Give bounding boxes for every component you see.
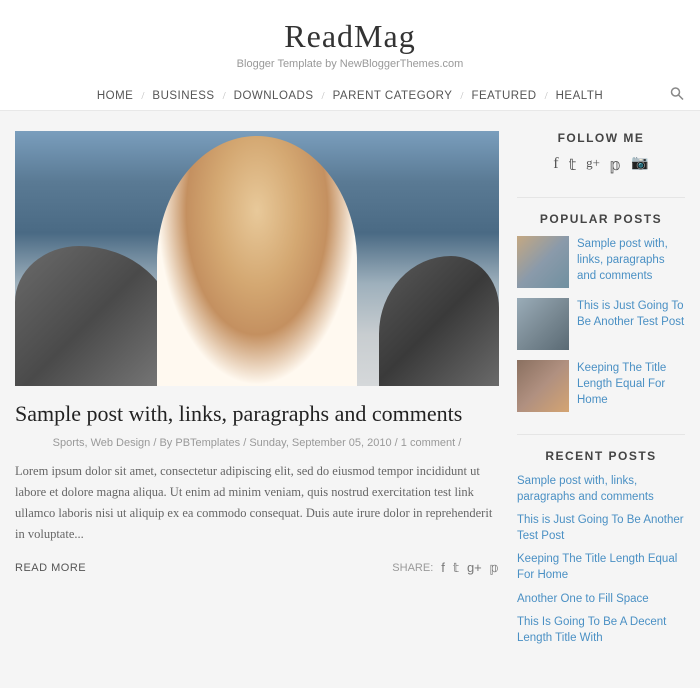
nav-parent-category[interactable]: PARENT CATEGORY (327, 82, 459, 110)
recent-post-link-2[interactable]: This is Just Going To Be Another Test Po… (517, 512, 685, 544)
popular-posts-section: POPULAR POSTS Sample post with, links, p… (517, 212, 685, 412)
popular-post-thumb-3 (517, 360, 569, 412)
popular-post-title-2[interactable]: This is Just Going To Be Another Test Po… (577, 298, 685, 330)
featured-image-placeholder (15, 131, 499, 386)
read-more-link[interactable]: READ MORE (15, 562, 86, 574)
divider-2 (517, 434, 685, 435)
post-excerpt: Lorem ipsum dolor sit amet, consectetur … (15, 461, 499, 546)
post-meta: Sports, Web Design / By PBTemplates / Su… (15, 437, 499, 449)
site-title: ReadMag (0, 18, 700, 55)
nav-sep-4: / (458, 90, 465, 102)
popular-post-title-3[interactable]: Keeping The Title Length Equal For Home (577, 360, 685, 408)
nav-sep-1: / (139, 90, 146, 102)
pinterest-icon[interactable]: 𝕡 (610, 155, 621, 175)
sidebar: FOLLOW ME f 𝕥 g+ 𝕡 📷 POPULAR POSTS Sampl… (517, 131, 685, 668)
content-wrapper: Sample post with, links, paragraphs and … (0, 111, 700, 688)
googleplus-icon[interactable]: g+ (586, 155, 600, 175)
popular-post-thumb-2 (517, 298, 569, 350)
follow-section: FOLLOW ME f 𝕥 g+ 𝕡 📷 (517, 131, 685, 175)
nav-downloads[interactable]: DOWNLOADS (228, 82, 320, 110)
popular-post-title-1[interactable]: Sample post with, links, paragraphs and … (577, 236, 685, 284)
main-content: Sample post with, links, paragraphs and … (15, 131, 499, 668)
follow-heading: FOLLOW ME (517, 131, 685, 145)
facebook-icon[interactable]: f (553, 155, 558, 175)
share-row: SHARE: f 𝕥 g+ 𝕡 (392, 560, 499, 576)
recent-post-link-1[interactable]: Sample post with, links, paragraphs and … (517, 473, 685, 505)
post-title: Sample post with, links, paragraphs and … (15, 400, 499, 429)
photo-person (157, 136, 357, 386)
instagram-icon[interactable]: 📷 (631, 155, 648, 175)
recent-posts-section: RECENT POSTS Sample post with, links, pa… (517, 449, 685, 646)
popular-post-item-1: Sample post with, links, paragraphs and … (517, 236, 685, 288)
twitter-icon[interactable]: 𝕥 (569, 155, 576, 175)
popular-post-item-2: This is Just Going To Be Another Test Po… (517, 298, 685, 350)
nav-sep-5: / (543, 90, 550, 102)
nav-sep-2: / (221, 90, 228, 102)
site-nav: HOME / BUSINESS / DOWNLOADS / PARENT CAT… (0, 82, 700, 110)
recent-post-link-4[interactable]: Another One to Fill Space (517, 591, 685, 607)
recent-posts-heading: RECENT POSTS (517, 449, 685, 463)
site-header: ReadMag Blogger Template by NewBloggerTh… (0, 0, 700, 111)
follow-icons: f 𝕥 g+ 𝕡 📷 (517, 155, 685, 175)
featured-image (15, 131, 499, 386)
post-footer: READ MORE SHARE: f 𝕥 g+ 𝕡 (15, 560, 499, 576)
nav-health[interactable]: HEALTH (550, 82, 610, 110)
recent-post-link-3[interactable]: Keeping The Title Length Equal For Home (517, 551, 685, 583)
facebook-share-icon[interactable]: f (441, 560, 445, 575)
share-label: SHARE: (392, 562, 433, 574)
pinterest-share-icon[interactable]: 𝕡 (490, 560, 499, 576)
nav-featured[interactable]: FEATURED (465, 82, 542, 110)
nav-sep-3: / (320, 90, 327, 102)
nav-links: HOME / BUSINESS / DOWNLOADS / PARENT CAT… (91, 82, 609, 110)
googleplus-share-icon[interactable]: g+ (467, 560, 482, 575)
recent-post-link-5[interactable]: This Is Going To Be A Decent Length Titl… (517, 614, 685, 646)
popular-posts-heading: POPULAR POSTS (517, 212, 685, 226)
site-subtitle: Blogger Template by NewBloggerThemes.com (0, 58, 700, 70)
nav-home[interactable]: HOME (91, 82, 140, 110)
search-icon-wrap[interactable] (670, 87, 684, 106)
twitter-share-icon[interactable]: 𝕥 (453, 560, 459, 576)
popular-post-item-3: Keeping The Title Length Equal For Home (517, 360, 685, 412)
search-icon (670, 87, 684, 101)
divider-1 (517, 197, 685, 198)
popular-post-thumb-1 (517, 236, 569, 288)
nav-business[interactable]: BUSINESS (146, 82, 220, 110)
